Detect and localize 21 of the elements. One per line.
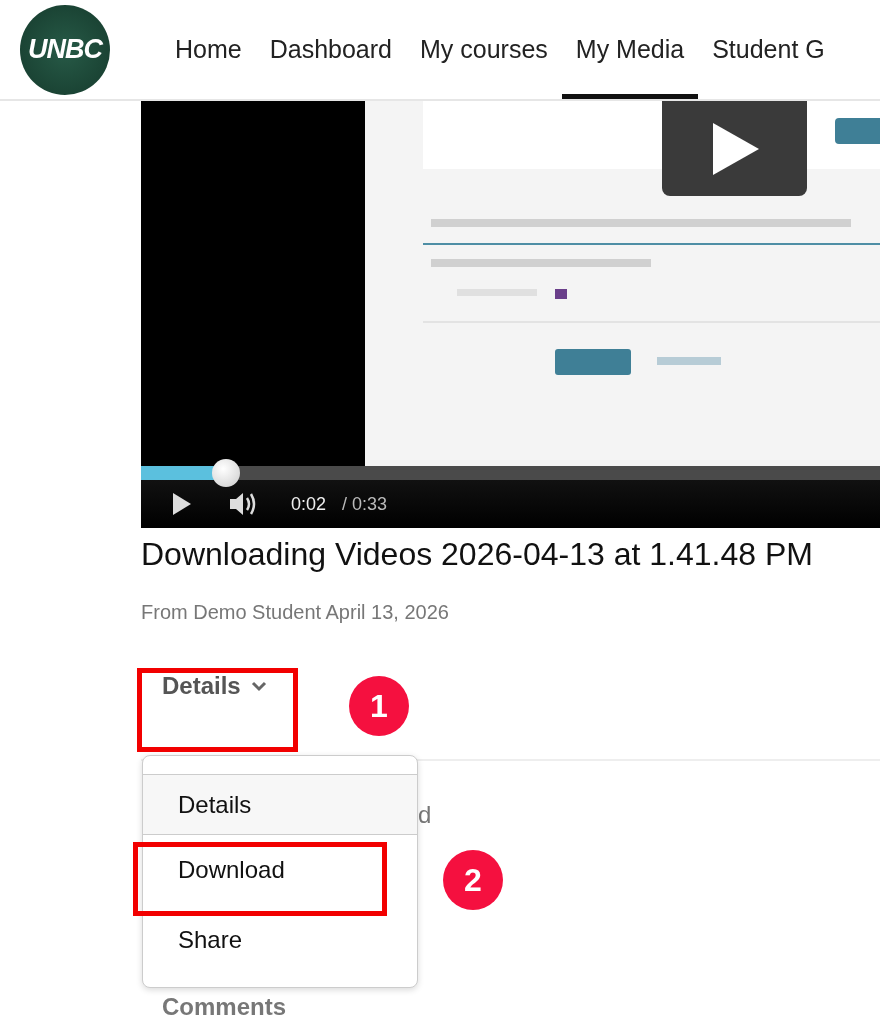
nav-link[interactable]: My courses <box>406 0 562 99</box>
play-icon[interactable] <box>171 492 193 516</box>
comments-heading: Comments <box>162 993 287 1021</box>
menu-item[interactable]: Share <box>143 905 417 975</box>
tab-label: d <box>418 801 432 829</box>
step-badge: 1 <box>349 676 409 736</box>
duration: / 0:33 <box>342 493 388 515</box>
play-button[interactable] <box>662 101 807 196</box>
byline: From Demo Student April 13, 2026 <box>141 601 450 624</box>
nav-link[interactable]: Dashboard <box>255 0 406 99</box>
volume-icon[interactable] <box>229 491 257 517</box>
logo[interactable]: UNBC <box>20 4 110 95</box>
menu-item[interactable]: Download <box>143 835 417 905</box>
nav-link[interactable]: Home <box>161 0 256 99</box>
menu-item[interactable]: Details <box>143 775 417 835</box>
media-title: Downloading Videos 2026-04-13 at 1.41.48 PM <box>141 536 814 573</box>
chevron-icon <box>250 680 267 692</box>
current-time: 0:02 <box>291 493 327 515</box>
step-badge: 2 <box>443 850 503 910</box>
details-dropdown[interactable]: Details <box>162 672 267 700</box>
nav-link[interactable]: Student G <box>698 0 825 99</box>
